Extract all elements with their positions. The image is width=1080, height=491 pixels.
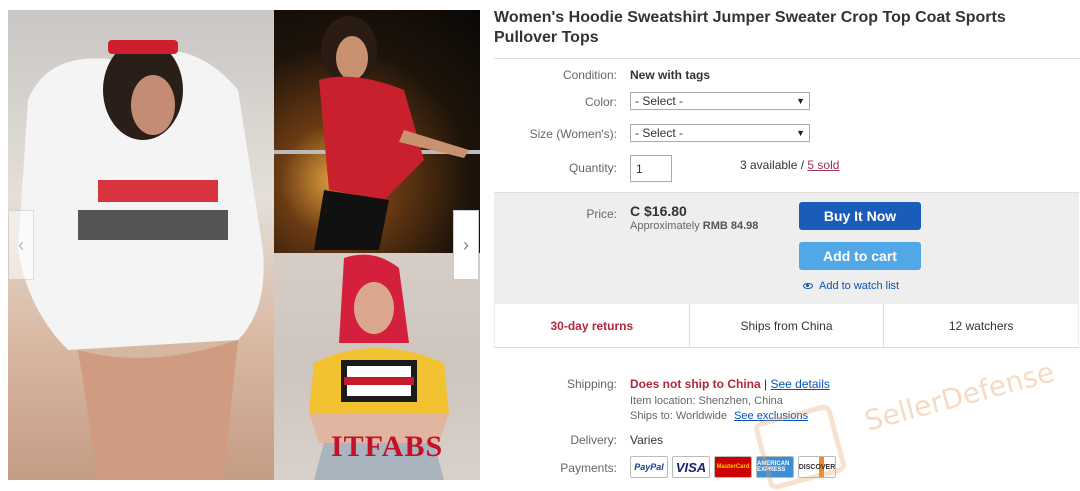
quantity-input[interactable]: 1 [630,155,672,182]
paypal-icon: PayPal [630,456,668,478]
color-select[interactable]: - Select - ▼ [630,92,810,110]
quantity-label: Quantity: [568,161,617,175]
item-title: Women's Hoodie Sweatshirt Jumper Sweater… [494,9,1006,46]
availability-text: 3 available / 5 sold [740,158,839,172]
caret-down-icon: ▼ [796,128,805,138]
color-select-value: - Select - [635,94,684,108]
watermark-text: SellerDefense [861,355,1058,438]
red-hoodie-figure [274,16,480,250]
brand-watermark: ITFABS [331,430,444,463]
shipping-status: Does not ship to China | See details [630,377,830,391]
ship-separator: | [764,377,768,391]
add-to-watch-list-link[interactable]: Add to watch list [803,280,899,292]
white-hoodie-figure [18,40,264,480]
chevron-right-icon: › [463,234,469,255]
returns-cell: 30-day returns [495,304,690,347]
see-details-link[interactable]: See details [770,377,829,391]
divider [494,58,1080,59]
watchers-cell: 12 watchers [884,304,1079,347]
ships-to-text: Ships to: Worldwide [630,410,728,422]
buy-it-now-button[interactable]: Buy It Now [799,202,921,230]
size-label: Size (Women's): [529,127,617,141]
main-product-photo[interactable] [8,10,274,480]
caret-down-icon: ▼ [796,96,805,106]
approx-value: RMB 84.98 [702,220,759,232]
ships-from-cell: Ships from China [689,304,885,347]
watch-list-label: Add to watch list [819,280,900,292]
payments-label: Payments: [560,461,617,475]
gallery-prev-button[interactable]: ‹ [8,210,34,280]
night-city-photo[interactable] [274,10,480,253]
size-select[interactable]: - Select - ▼ [630,124,810,142]
ship-status-text: Does not ship to China [630,377,761,391]
eye-icon [803,283,813,289]
info-cells: 30-day returns Ships from China 12 watch… [495,304,1079,347]
delivery-value: Varies [630,433,664,447]
chevron-left-icon: ‹ [18,234,24,255]
size-select-value: - Select - [635,126,684,140]
price-approx: Approximately RMB 84.98 [630,220,758,232]
price-value: C $16.80 [630,203,687,219]
condition-value: New with tags [630,68,711,82]
image-gallery: ITFABS [8,10,480,480]
mastercard-icon: MasterCard [714,456,752,478]
item-location: Item location: Shenzhen, China [630,395,783,407]
delivery-label: Delivery: [570,433,617,447]
available-count: 3 available / [740,158,805,172]
gallery-next-button[interactable]: › [453,210,479,280]
price-label: Price: [586,207,617,221]
visa-icon: VISA [672,456,710,478]
add-to-cart-button[interactable]: Add to cart [799,242,921,270]
shipping-label: Shipping: [566,377,617,391]
condition-label: Condition: [562,68,617,82]
sold-link[interactable]: 5 sold [807,158,839,172]
color-label: Color: [584,95,617,109]
approx-prefix: Approximately [630,220,700,232]
